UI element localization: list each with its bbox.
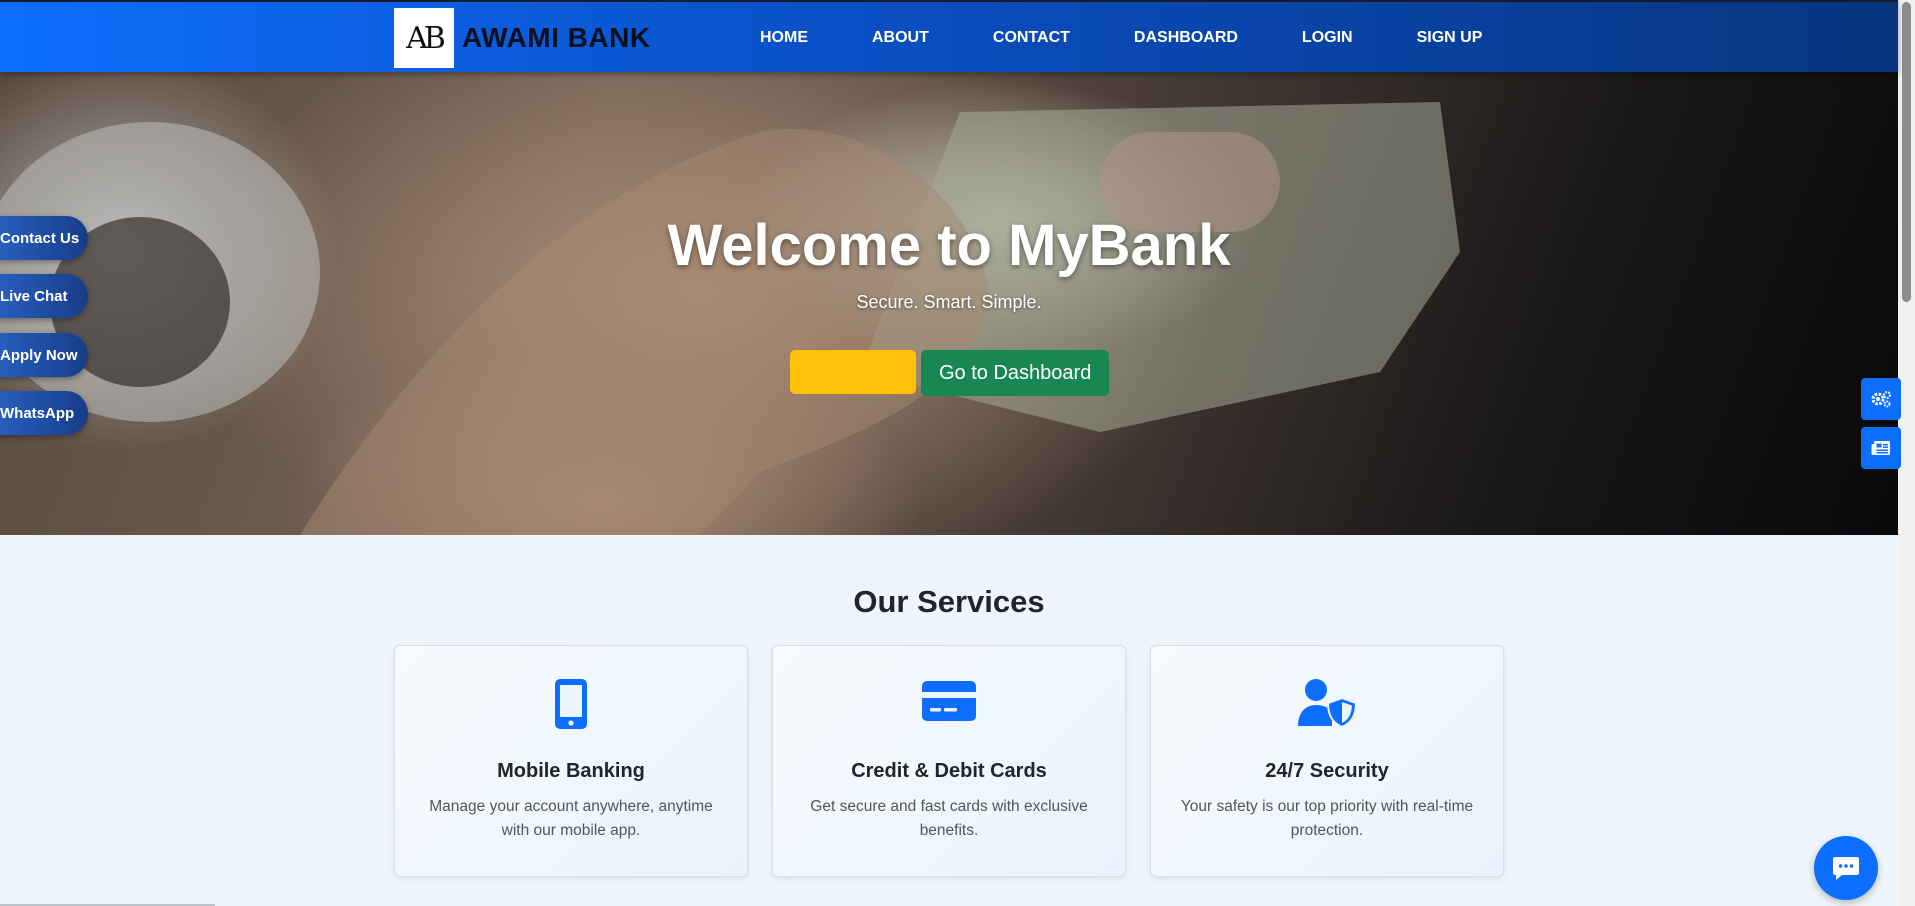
go-to-dashboard-button[interactable]: Go to Dashboard [921, 350, 1110, 396]
nav-home[interactable]: HOME [760, 29, 808, 47]
navbar: AB AWAMI BANK HOME ABOUT CONTACT DASHBOA… [0, 0, 1898, 72]
service-card-title: Credit & Debit Cards [851, 760, 1047, 782]
service-card-credit-debit-cards[interactable]: Credit & Debit Cards Get secure and fast… [772, 645, 1126, 877]
nav-dashboard[interactable]: DASHBOARD [1134, 29, 1238, 47]
service-card-title: 24/7 Security [1265, 760, 1389, 782]
news-tool-button[interactable] [1861, 427, 1901, 469]
contact-us-float-button[interactable]: Contact Us [0, 216, 88, 260]
service-card-text: Your safety is our top priority with rea… [1180, 798, 1474, 839]
live-chat-float-button[interactable]: Live Chat [0, 274, 88, 318]
hero-subtitle: Secure. Smart. Simple. [856, 292, 1042, 312]
settings-gears-icon [1871, 391, 1891, 408]
user-shield-icon [1298, 679, 1358, 728]
brand-name: AWAMI BANK [462, 22, 651, 53]
hero-primary-button[interactable] [790, 350, 916, 394]
scrollbar-thumb[interactable] [1902, 2, 1911, 302]
service-card-text: Get secure and fast cards with exclusive… [810, 798, 1088, 839]
services-heading: Our Services [853, 584, 1045, 619]
newspaper-icon [1871, 441, 1890, 455]
brand-logo: AB [394, 8, 454, 68]
credit-card-icon [922, 681, 976, 721]
nav-contact[interactable]: CONTACT [993, 29, 1070, 47]
brand[interactable]: AB AWAMI BANK [394, 8, 651, 68]
mobile-phone-icon [555, 679, 587, 729]
hero-banner: Welcome to MyBank Secure. Smart. Simple.… [0, 72, 1898, 535]
service-card-mobile-banking[interactable]: Mobile Banking Manage your account anywh… [394, 645, 748, 877]
nav-signup[interactable]: SIGN UP [1417, 29, 1483, 47]
whatsapp-float-button[interactable]: WhatsApp [0, 391, 88, 435]
chat-launcher-button[interactable] [1814, 836, 1878, 900]
apply-now-float-button[interactable]: Apply Now [0, 333, 88, 377]
hero-title: Welcome to MyBank [667, 213, 1231, 278]
settings-tool-button[interactable] [1861, 378, 1901, 420]
service-card-text: Manage your account anywhere, anytime wi… [429, 798, 713, 839]
service-card-security[interactable]: 24/7 Security Your safety is our top pri… [1150, 645, 1504, 877]
nav-links: HOME ABOUT CONTACT DASHBOARD LOGIN SIGN … [760, 2, 1546, 74]
chat-icon [1833, 857, 1859, 880]
service-card-title: Mobile Banking [497, 760, 645, 782]
nav-about[interactable]: ABOUT [872, 29, 929, 47]
nav-login[interactable]: LOGIN [1302, 29, 1353, 47]
